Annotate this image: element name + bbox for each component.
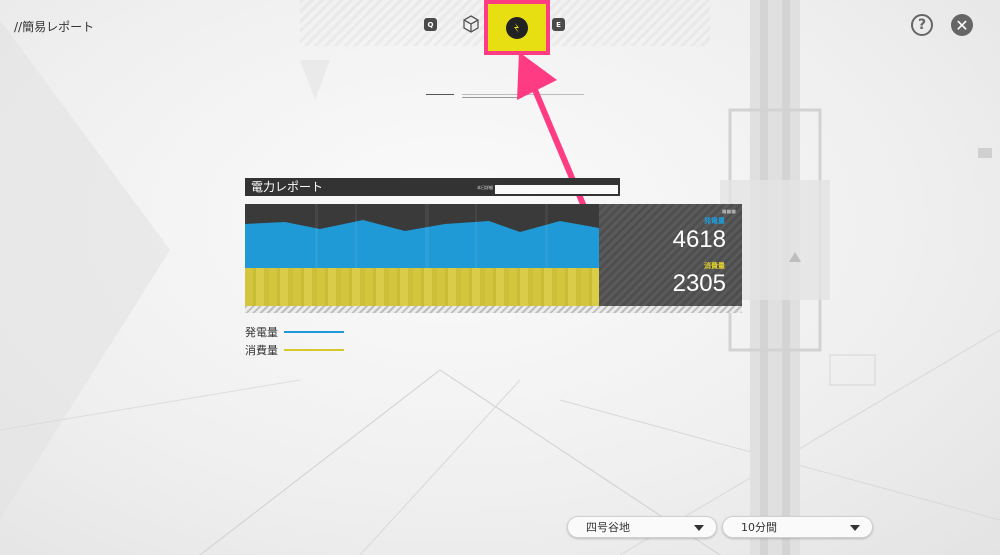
legend-consumption-label: 消費量: [245, 344, 278, 357]
panel-title: 電力レポート: [251, 180, 324, 194]
tab-e-key[interactable]: E: [552, 18, 565, 31]
legend-consumption: 消費量: [245, 342, 344, 358]
generation-area: [245, 204, 599, 268]
header-bar-fill: [495, 185, 618, 194]
generation-label: 発電量: [704, 217, 725, 225]
panel-footer-hatch: [245, 306, 742, 313]
legend-consumption-swatch: [284, 349, 344, 351]
area-select[interactable]: 四号谷地: [567, 516, 717, 538]
divider: [426, 94, 454, 95]
area-select-value: 四号谷地: [586, 521, 630, 534]
divider: [462, 97, 522, 98]
tab-power-report[interactable]: [484, 0, 550, 55]
legend-generation-swatch: [284, 331, 344, 333]
interval-select-value: 10分間: [741, 521, 777, 534]
stats-panel: ■■■ 発電量 4618 消費量 2305: [599, 204, 742, 306]
tab-cube[interactable]: [462, 14, 480, 34]
chevron-down-icon: [850, 525, 860, 531]
power-chart: [245, 204, 599, 306]
legend-generation-label: 発電量: [245, 326, 278, 339]
panel-header-tag: 本日詳細: [477, 185, 493, 190]
consumption-area: [245, 268, 599, 306]
page-title: //簡易レポート: [14, 20, 95, 34]
interval-select[interactable]: 10分間: [722, 516, 873, 538]
close-button[interactable]: ✕: [951, 14, 973, 36]
power-icon: [506, 16, 528, 39]
chevron-down-icon: [694, 525, 704, 531]
help-button[interactable]: ?: [911, 14, 933, 36]
legend-generation: 発電量: [245, 324, 344, 340]
cube-icon: [463, 15, 479, 33]
divider: [462, 94, 584, 95]
q-key-icon: Q: [427, 20, 434, 29]
tab-q-key[interactable]: Q: [424, 18, 437, 31]
e-key-icon: E: [556, 20, 561, 29]
generation-value: 4618: [672, 226, 726, 253]
stats-decoration: ■■■: [721, 209, 736, 215]
consumption-value: 2305: [672, 270, 726, 297]
power-report-header: 電力レポート 本日詳細: [245, 178, 620, 196]
